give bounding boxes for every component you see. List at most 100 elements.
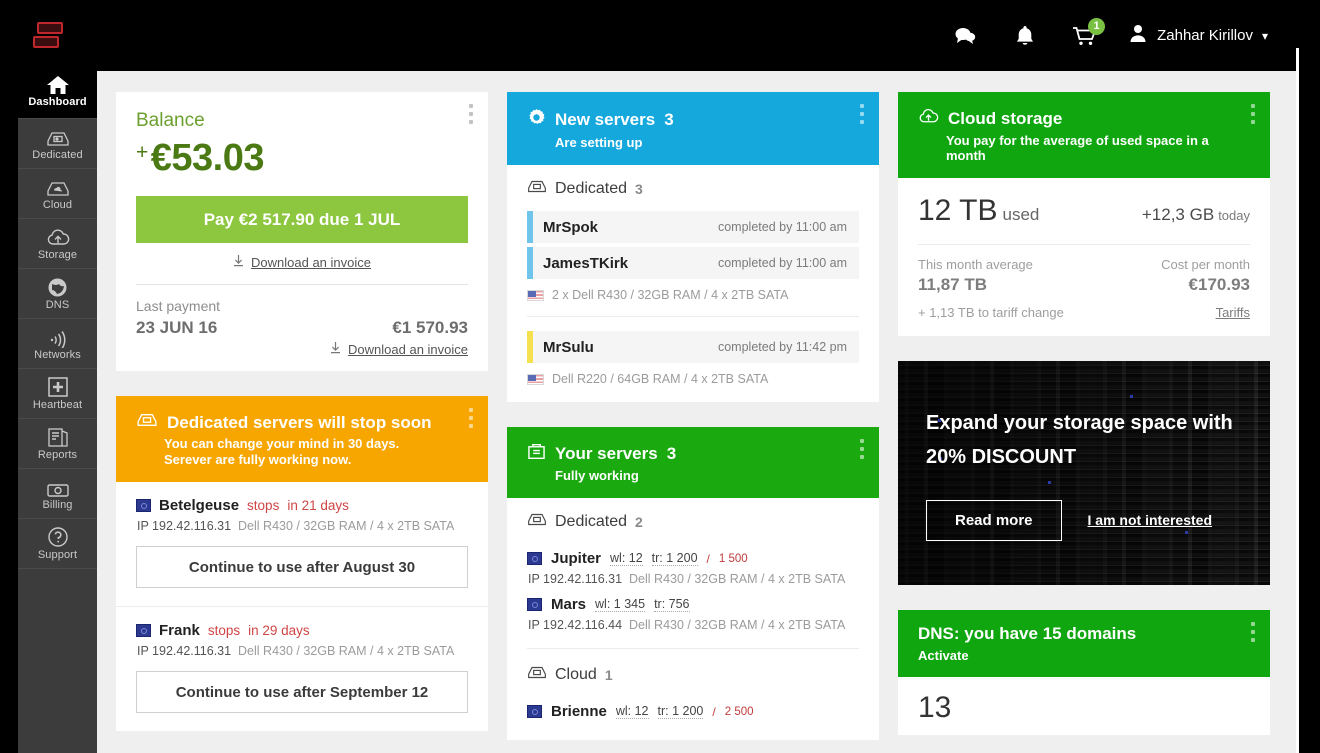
server-wl-stat[interactable]: wl: 12 <box>610 551 643 566</box>
download-invoice-label: Download an invoice <box>251 254 371 270</box>
balance-amount: +€53.03 <box>136 137 468 180</box>
server-wl-stat[interactable]: wl: 12 <box>615 704 649 719</box>
server-tr-stat[interactable]: tr: 756 <box>654 597 690 612</box>
stopping-server-row: Frank stops in 29 days IP 192.42.116.31 … <box>116 607 488 731</box>
not-interested-link[interactable]: I am not interested <box>1088 512 1212 528</box>
user-menu[interactable]: Zahhar Kirillov ▾ <box>1128 23 1268 48</box>
sidebar-item-support[interactable]: Support <box>18 519 97 569</box>
sidebar-item-reports[interactable]: Reports <box>18 419 97 469</box>
server-name: MrSpok <box>543 218 599 236</box>
cloud-storage-sub: You pay for the average of used space in… <box>946 133 1209 163</box>
your-servers-count: 3 <box>666 444 677 463</box>
cost-per-month-label: Cost per month <box>1161 257 1250 272</box>
kebab-menu-icon[interactable] <box>855 439 869 459</box>
your-servers-sub: Fully working <box>555 468 639 483</box>
continue-to-use-button[interactable]: Continue to use after September 12 <box>136 671 468 713</box>
us-flag-icon <box>527 373 544 385</box>
sidebar-nav: Dashboard Dedicated Cloud Storage DNS Ne… <box>18 63 97 753</box>
cart-icon[interactable]: 1 <box>1068 17 1106 53</box>
kebab-menu-icon[interactable] <box>1246 104 1260 124</box>
kebab-menu-icon[interactable] <box>464 408 478 428</box>
server-stop-word: stops <box>247 498 280 513</box>
bell-icon[interactable] <box>1008 19 1042 53</box>
os-disk-icon <box>527 552 542 565</box>
month-average-value: 11,87 TB <box>918 275 987 294</box>
new-servers-sub: Are setting up <box>555 135 643 150</box>
section-count: 3 <box>635 181 643 197</box>
chat-bubble-icon[interactable] <box>948 19 982 53</box>
list-item[interactable]: MrSpok completed by 11:00 am <box>527 211 859 243</box>
list-item[interactable]: MrSulu completed by 11:42 pm <box>527 331 859 363</box>
reports-icon <box>47 426 69 448</box>
dns-header: DNS: you have 15 domains Activate <box>898 610 1270 677</box>
dashboard-content: Balance +€53.03 Pay €2 517.90 due 1 JUL … <box>97 71 1298 753</box>
server-tr-stat[interactable]: tr: 1 200 <box>657 704 704 719</box>
dns-card: DNS: you have 15 domains Activate 13 <box>898 610 1270 735</box>
storage-today-label: today <box>1218 208 1250 223</box>
section-dedicated: Dedicated 2 <box>507 498 879 540</box>
download-invoice-link-last[interactable]: Download an invoice <box>136 341 468 357</box>
sidebar-item-cloud[interactable]: Cloud <box>18 169 97 219</box>
cloud-storage-title: Cloud storage <box>948 109 1063 128</box>
sidebar-item-dedicated[interactable]: Dedicated <box>18 119 97 169</box>
list-item[interactable]: JamesTKirk completed by 11:00 am <box>527 247 859 279</box>
storage-used-value: 12 TB <box>918 194 998 227</box>
continue-to-use-button[interactable]: Continue to use after August 30 <box>136 546 468 588</box>
dedicated-server-icon <box>527 512 547 532</box>
sidebar-item-label: Dedicated <box>32 149 83 161</box>
server-tr-stat[interactable]: tr: 1 200 <box>651 551 698 566</box>
server-row: Jupiter wl: 12 tr: 1 200 / 1 500 IP 192.… <box>507 550 879 586</box>
kebab-menu-icon[interactable] <box>1246 622 1260 642</box>
stop-soon-sub2: Serever are fully working now. <box>164 452 352 467</box>
user-avatar-icon <box>1128 23 1148 48</box>
your-servers-header: Your servers 3 Fully working <box>507 427 879 498</box>
server-spec-row: Dell R220 / 64GB RAM / 4 x 2TB SATA <box>507 363 879 402</box>
server-spec: Dell R430 / 32GB RAM / 4 x 2TB SATA <box>238 644 455 658</box>
archive-box-icon <box>527 443 546 465</box>
divider <box>918 244 1250 245</box>
tariffs-link[interactable]: Tariffs <box>1216 305 1250 320</box>
sidebar-item-heartbeat[interactable]: Heartbeat <box>18 369 97 419</box>
balance-card: Balance +€53.03 Pay €2 517.90 due 1 JUL … <box>116 92 488 371</box>
balance-title: Balance <box>136 110 205 131</box>
last-payment-date: 23 JUN 16 <box>136 318 218 337</box>
server-row: Mars wl: 1 345 tr: 756 IP 192.42.116.44 … <box>507 596 879 632</box>
divider <box>136 284 468 285</box>
download-invoice-link[interactable]: Download an invoice <box>136 254 468 270</box>
plus-square-icon <box>47 376 69 398</box>
sidebar-item-dns[interactable]: DNS <box>18 269 97 319</box>
new-servers-title: New servers <box>555 110 656 129</box>
dedicated-server-icon <box>527 179 547 199</box>
section-label: Dedicated <box>555 180 628 197</box>
sidebar-item-networks[interactable]: Networks <box>18 319 97 369</box>
your-servers-card: Your servers 3 Fully working Dedicated 2 <box>507 427 879 740</box>
pay-button[interactable]: Pay €2 517.90 due 1 JUL <box>136 196 468 243</box>
sidebar-item-storage[interactable]: Storage <box>18 219 97 269</box>
promo-line-2: 20% DISCOUNT <box>926 445 1077 468</box>
kebab-menu-icon[interactable] <box>855 104 869 124</box>
server-wl-stat[interactable]: wl: 1 345 <box>595 597 646 612</box>
section-count: 2 <box>635 514 643 530</box>
chevron-down-icon: ▾ <box>1261 28 1268 43</box>
sidebar-item-dashboard[interactable]: Dashboard <box>18 63 97 119</box>
section-dedicated: Dedicated 3 <box>507 165 879 207</box>
banknote-icon <box>46 476 70 498</box>
kebab-menu-icon[interactable] <box>464 104 478 124</box>
last-payment-label: Last payment <box>136 298 221 314</box>
server-ip: IP 192.42.116.44 <box>528 618 623 632</box>
read-more-button[interactable]: Read more <box>926 499 1062 541</box>
page-scrollbar[interactable] <box>1296 0 1299 753</box>
question-circle-icon <box>47 526 69 548</box>
download-icon <box>233 254 244 270</box>
sidebar-item-billing[interactable]: Billing <box>18 469 97 519</box>
logo-container[interactable] <box>0 19 96 53</box>
server-row: Brienne wl: 12 tr: 1 200 / 2 500 <box>507 703 879 720</box>
dns-activate-link[interactable]: Activate <box>918 648 1250 663</box>
your-servers-title: Your servers <box>555 444 658 463</box>
last-payment-amount: €1 570.93 <box>392 318 468 337</box>
server-spec: Dell R430 / 32GB RAM / 4 x 2TB SATA <box>629 618 846 632</box>
server-status: completed by 11:42 pm <box>717 340 847 354</box>
scrollbar-thumb[interactable] <box>1296 48 1299 753</box>
cost-per-month-value: €170.93 <box>1188 275 1250 294</box>
storage-used-label: used <box>1002 205 1040 224</box>
